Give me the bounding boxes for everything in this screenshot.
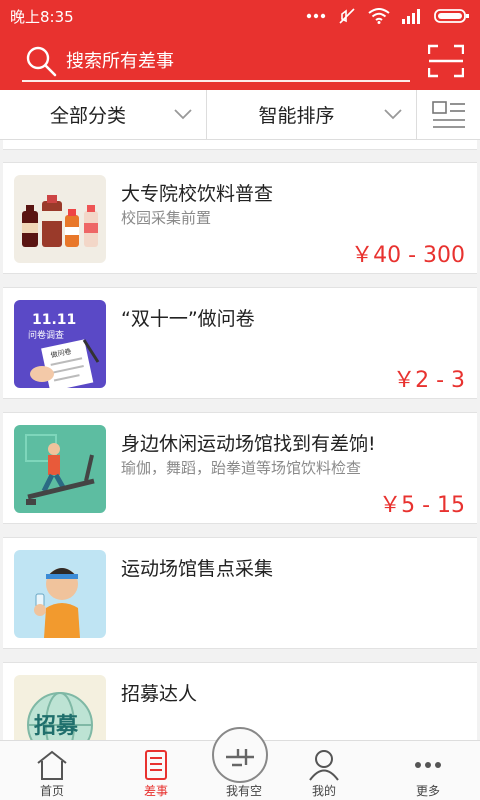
chevron-down-icon — [384, 109, 402, 120]
task-price: ￥5 - 15 — [379, 493, 465, 518]
dots-icon — [306, 12, 326, 20]
task-list-icon — [145, 750, 167, 780]
task-title: “双十一”做问卷 — [121, 308, 255, 330]
task-price: ￥40 - 300 — [351, 243, 465, 268]
user-icon — [309, 750, 339, 781]
mute-icon — [338, 7, 356, 25]
search-box[interactable] — [22, 42, 410, 82]
tab-label: 差事 — [143, 784, 168, 798]
status-bar: 晚上8:35 — [0, 0, 480, 32]
bottom-tab-bar: 首页 差事 我有空 我的 更多 — [0, 727, 480, 800]
scan-icon[interactable] — [428, 44, 464, 78]
battery-icon — [434, 8, 470, 24]
double11-thumb-subtext: 问卷调查 — [28, 329, 64, 341]
task-thumbnail-recruit: 招募 — [14, 675, 106, 740]
tab-label: 我的 — [311, 784, 336, 798]
task-price: ￥2 - 3 — [393, 368, 465, 393]
more-icon — [415, 762, 441, 768]
signal-icon — [402, 8, 422, 24]
category-filter[interactable]: 全部分类 — [0, 90, 207, 139]
task-title: 身边休闲运动场馆找到有差饷! — [121, 433, 376, 455]
tab-label: 更多 — [415, 784, 440, 798]
sort-filter[interactable]: 智能排序 — [207, 90, 417, 139]
category-filter-label: 全部分类 — [49, 105, 126, 127]
filter-bar: 全部分类 智能排序 — [0, 90, 480, 140]
search-header — [0, 32, 480, 90]
chevron-down-icon — [174, 109, 192, 120]
task-subtitle: 瑜伽，舞蹈，跆拳道等场馆饮料检查 — [121, 459, 362, 477]
task-card-partial[interactable] — [3, 140, 477, 150]
tab-tasks[interactable]: 差事 — [116, 741, 196, 800]
tab-home[interactable]: 首页 — [12, 741, 92, 800]
double11-thumb-text: 11.11 — [32, 312, 76, 328]
task-card[interactable]: 身边休闲运动场馆找到有差饷! 瑜伽，舞蹈，跆拳道等场馆饮料检查 ￥5 - 15 — [3, 412, 477, 524]
tab-label: 首页 — [39, 784, 64, 798]
status-time: 晚上8:35 — [10, 7, 74, 26]
wifi-icon — [368, 8, 390, 24]
task-card[interactable]: 运动场馆售点采集 — [3, 537, 477, 649]
list-view-toggle[interactable] — [417, 90, 480, 139]
home-icon — [37, 750, 67, 780]
task-thumbnail-athlete — [14, 550, 106, 638]
task-title: 招募达人 — [121, 683, 198, 705]
task-title: 运动场馆售点采集 — [121, 558, 274, 580]
free-time-icon — [226, 749, 254, 767]
tab-more[interactable]: 更多 — [388, 741, 468, 800]
task-list: 大专院校饮料普查 校园采集前置 ￥40 - 300 11.11 问卷调查 做问卷… — [0, 140, 480, 740]
recruit-thumb-text: 招募 — [34, 714, 79, 739]
task-thumbnail-gym — [14, 425, 106, 513]
tab-label: 我有空 — [225, 784, 262, 798]
list-view-icon — [431, 100, 465, 128]
tab-free-time[interactable]: 我有空 — [204, 727, 284, 800]
task-card[interactable]: 大专院校饮料普查 校园采集前置 ￥40 - 300 — [3, 162, 477, 274]
task-subtitle: 校园采集前置 — [121, 209, 212, 227]
task-title: 大专院校饮料普查 — [121, 183, 274, 205]
tab-profile[interactable]: 我的 — [284, 741, 364, 800]
free-time-button[interactable] — [212, 727, 268, 783]
task-card[interactable]: 11.11 问卷调查 做问卷 “双十一”做问卷 ￥2 - 3 — [3, 287, 477, 399]
search-icon — [26, 46, 57, 77]
sort-filter-label: 智能排序 — [258, 105, 335, 127]
task-thumbnail-survey: 11.11 问卷调查 做问卷 — [14, 300, 106, 388]
search-input[interactable] — [66, 50, 386, 72]
task-thumbnail-drinks — [14, 175, 106, 263]
